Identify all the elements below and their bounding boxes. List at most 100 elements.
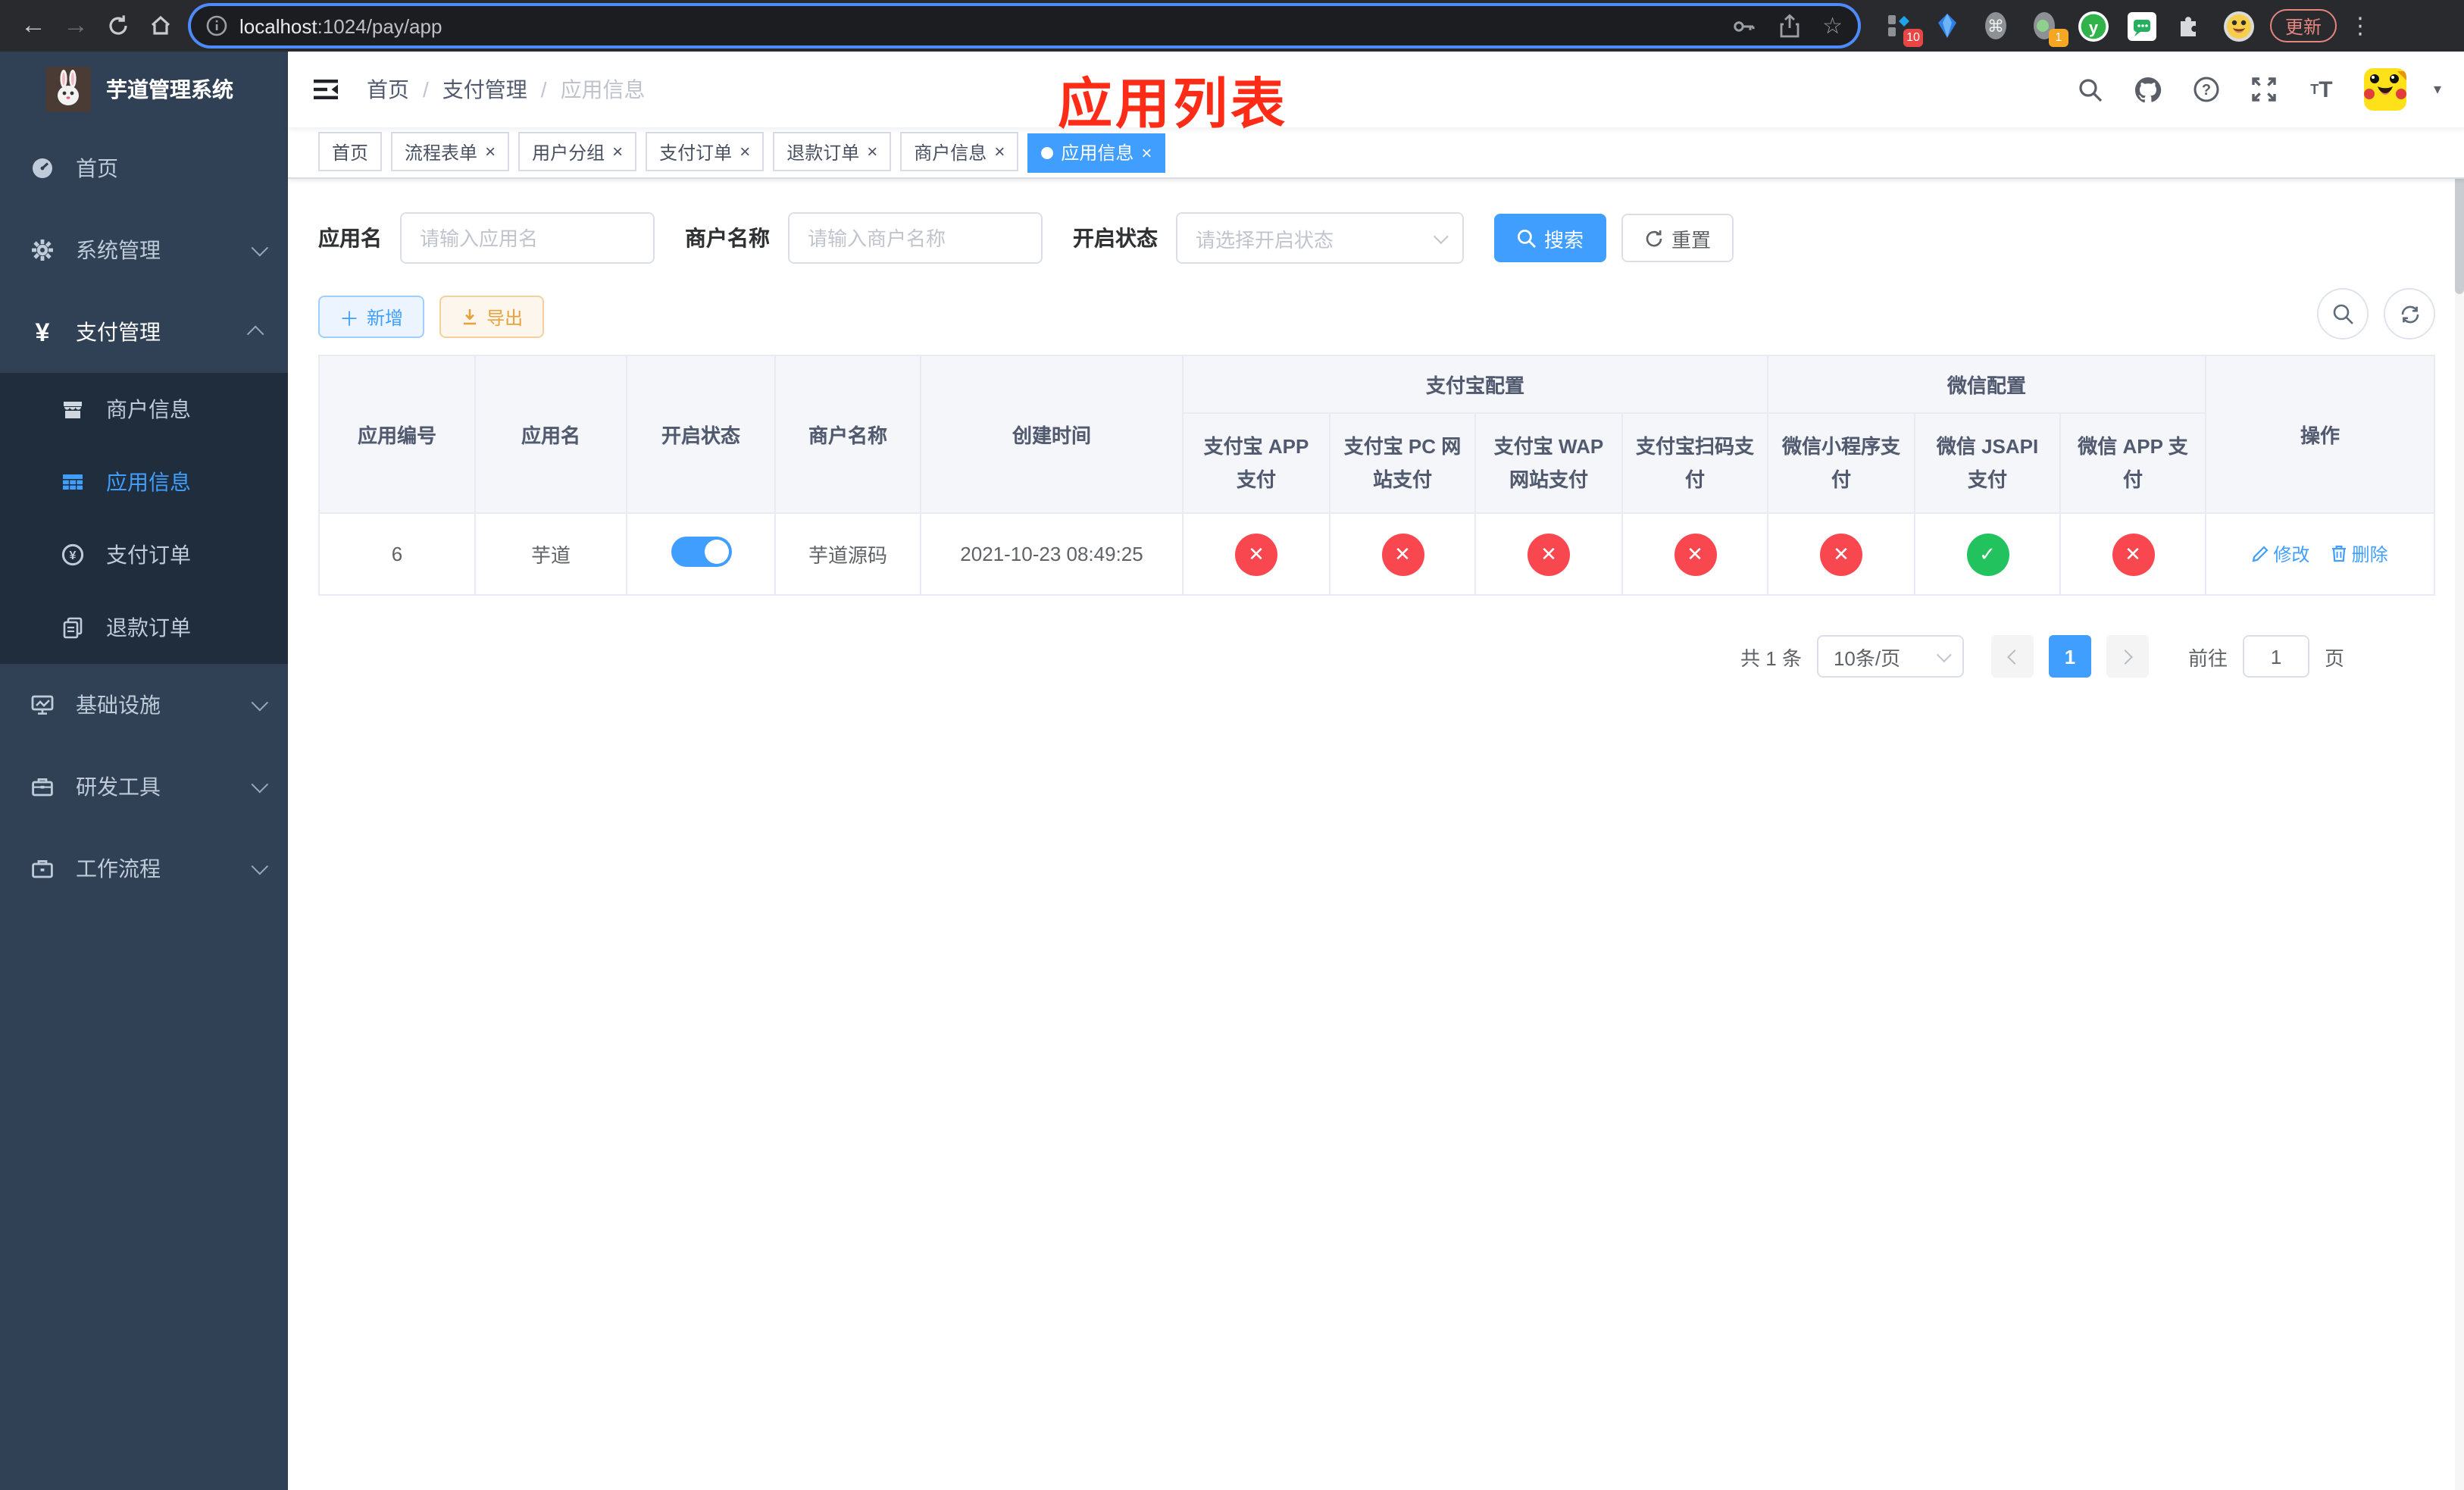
sidebar: 芋道管理系统 首页 系统管理 ¥ 支付管理 商户信息 应用信息 ¥ 支付订单 退… bbox=[0, 52, 288, 1490]
user-avatar[interactable] bbox=[2363, 68, 2406, 111]
col-header-wechat-jsapi: 微信 JSAPI 支付 bbox=[1914, 412, 2062, 514]
group-header-wechat: 微信配置 bbox=[1767, 355, 2207, 414]
app-list-page: 应用名 商户名称 开启状态 请选择开启状态 bbox=[288, 179, 2464, 1490]
tab-label: 流程表单 bbox=[405, 142, 478, 164]
password-key-icon[interactable] bbox=[1730, 13, 1756, 39]
close-tab-icon[interactable]: × bbox=[994, 143, 1005, 161]
refresh-button[interactable] bbox=[2384, 288, 2436, 340]
cell-merchant: 芋道源码 bbox=[774, 512, 921, 596]
bookmark-star-icon[interactable]: ☆ bbox=[1822, 14, 1843, 37]
chevron-left-icon bbox=[2007, 649, 2022, 664]
sidebar-item-system[interactable]: 系统管理 bbox=[0, 209, 288, 291]
sidebar-item-dev-tools[interactable]: 研发工具 bbox=[0, 746, 288, 828]
tab-商户信息[interactable]: 商户信息 × bbox=[900, 132, 1019, 172]
total-count: 共 1 条 bbox=[1740, 646, 1802, 669]
sidebar-item-app-info[interactable]: 应用信息 bbox=[0, 446, 288, 518]
tags-view: 首页 流程表单 × 用户分组 × 支付订单 × 退款订单 × 商户信息 × 应用信息 × bbox=[288, 127, 2464, 179]
status-label: 开启状态 bbox=[1073, 226, 1158, 250]
browser-forward-icon[interactable]: → bbox=[55, 5, 97, 47]
fullscreen-icon[interactable] bbox=[2249, 74, 2279, 105]
export-button[interactable]: 导出 bbox=[439, 296, 545, 338]
close-tab-icon[interactable]: × bbox=[740, 143, 750, 161]
monitor-chart-icon bbox=[30, 693, 55, 717]
breadcrumb-payment[interactable]: 支付管理 bbox=[442, 74, 527, 105]
goto-suffix: 页 bbox=[2325, 646, 2345, 669]
status-toggle[interactable] bbox=[671, 537, 731, 567]
profile-avatar-icon[interactable] bbox=[2222, 9, 2255, 42]
reset-button[interactable]: 重置 bbox=[1621, 214, 1734, 262]
tab-支付订单[interactable]: 支付订单 × bbox=[646, 132, 765, 172]
edit-link[interactable]: 修改 bbox=[2252, 542, 2309, 568]
prev-page-button[interactable] bbox=[1990, 635, 2034, 678]
github-icon[interactable] bbox=[2134, 74, 2164, 105]
search-icon[interactable] bbox=[2076, 74, 2106, 105]
toolbox-icon bbox=[30, 775, 55, 799]
delete-link[interactable]: 删除 bbox=[2331, 541, 2388, 567]
tab-用户分组[interactable]: 用户分组 × bbox=[518, 132, 637, 172]
search-form: 应用名 商户名称 开启状态 请选择开启状态 bbox=[318, 212, 2435, 264]
sidebar-logo[interactable]: 芋道管理系统 bbox=[0, 52, 288, 127]
browser-menu-icon[interactable]: ⋮ bbox=[2349, 12, 2372, 39]
address-bar[interactable]: localhost:1024/pay/app ☆ bbox=[191, 6, 1858, 45]
sidebar-item-infra[interactable]: 基础设施 bbox=[0, 664, 288, 746]
col-header-app-name: 应用名 bbox=[474, 355, 627, 514]
tab-退款订单[interactable]: 退款订单 × bbox=[773, 132, 892, 172]
chevron-down-icon bbox=[251, 693, 269, 712]
extension-recorder-icon[interactable]: 1 bbox=[2028, 9, 2068, 47]
browser-home-icon[interactable] bbox=[139, 5, 182, 47]
font-size-icon[interactable]: TT bbox=[2306, 74, 2337, 105]
sidebar-item-pay-order[interactable]: ¥ 支付订单 bbox=[0, 518, 288, 591]
extension-chat-icon[interactable] bbox=[2125, 9, 2158, 42]
plus-icon: ＋ bbox=[339, 307, 360, 330]
goto-page-input[interactable] bbox=[2243, 635, 2309, 678]
sidebar-item-merchant-info[interactable]: 商户信息 bbox=[0, 373, 288, 446]
site-info-icon[interactable] bbox=[206, 15, 227, 36]
tab-label: 用户分组 bbox=[532, 142, 605, 164]
breadcrumb: 首页 / 支付管理 / 应用信息 bbox=[367, 74, 646, 105]
extension-sidebar-icon[interactable]: 10 bbox=[1882, 9, 1923, 47]
close-tab-icon[interactable]: × bbox=[867, 143, 877, 161]
user-caret-icon[interactable]: ▾ bbox=[2434, 81, 2441, 98]
close-tab-icon[interactable]: × bbox=[612, 143, 623, 161]
dashboard-icon bbox=[30, 156, 55, 180]
browser-reload-icon[interactable] bbox=[97, 5, 139, 47]
sidebar-item-refund-order[interactable]: 退款订单 bbox=[0, 591, 288, 664]
status-select[interactable]: 请选择开启状态 bbox=[1176, 212, 1464, 264]
extension-command-icon[interactable]: ⌘ bbox=[1979, 9, 2012, 42]
tab-流程表单[interactable]: 流程表单 × bbox=[391, 132, 510, 172]
url-text[interactable]: localhost:1024/pay/app bbox=[239, 14, 1730, 37]
page-scrollbar[interactable] bbox=[2455, 52, 2464, 1490]
close-tab-icon[interactable]: × bbox=[485, 143, 496, 161]
sidebar-item-home[interactable]: 首页 bbox=[0, 127, 288, 209]
sidebar-fold-icon[interactable] bbox=[312, 74, 342, 105]
page-number-1[interactable]: 1 bbox=[2048, 635, 2091, 678]
toggle-search-button[interactable] bbox=[2317, 288, 2369, 340]
sidebar-item-payment[interactable]: ¥ 支付管理 bbox=[0, 291, 288, 373]
browser-back-icon[interactable]: ← bbox=[12, 5, 55, 47]
page-size-select[interactable]: 10条/页 bbox=[1816, 635, 1964, 678]
browser-update-button[interactable]: 更新 bbox=[2270, 9, 2337, 42]
share-icon[interactable] bbox=[1777, 13, 1801, 39]
merchant-name-input[interactable] bbox=[788, 212, 1043, 264]
extensions-puzzle-icon[interactable] bbox=[2173, 9, 2206, 42]
tab-首页[interactable]: 首页 bbox=[318, 132, 383, 172]
next-page-button[interactable] bbox=[2106, 635, 2149, 678]
breadcrumb-home[interactable]: 首页 bbox=[367, 74, 409, 105]
help-icon[interactable]: ? bbox=[2191, 74, 2222, 105]
add-button[interactable]: ＋ 新增 bbox=[318, 296, 425, 338]
search-button[interactable]: 搜索 bbox=[1494, 214, 1607, 262]
chevron-down-icon bbox=[251, 239, 269, 257]
table-grid-icon bbox=[61, 470, 85, 494]
close-tab-icon[interactable]: × bbox=[1141, 144, 1152, 162]
yen-circle-icon: ¥ bbox=[61, 543, 85, 567]
extension-gem-icon[interactable] bbox=[1931, 9, 1964, 42]
goto-label: 前往 bbox=[2187, 646, 2228, 669]
app-name-input[interactable] bbox=[400, 212, 655, 264]
extension-y-icon[interactable]: y bbox=[2076, 9, 2109, 42]
store-icon bbox=[61, 397, 85, 421]
alipay-wap-status-icon: ✕ bbox=[1527, 533, 1570, 575]
col-header-app-id: 应用编号 bbox=[318, 355, 476, 514]
alipay-scan-status-icon: ✕ bbox=[1674, 533, 1716, 575]
table-toolbar: ＋ 新增 导出 bbox=[318, 288, 2436, 340]
sidebar-item-workflow[interactable]: 工作流程 bbox=[0, 828, 288, 909]
